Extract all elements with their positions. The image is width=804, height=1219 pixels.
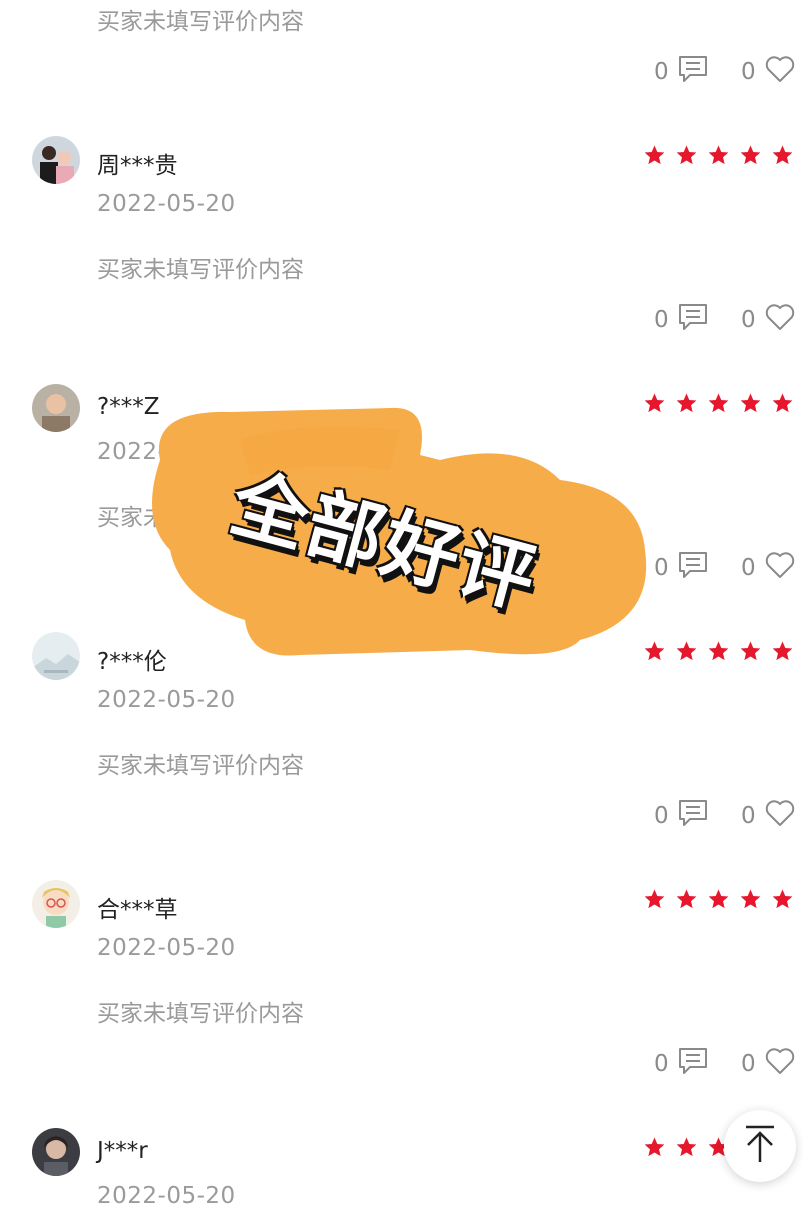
rating-stars [643,144,794,167]
star-icon [740,889,761,909]
star-icon [772,393,793,413]
star-icon [708,641,729,661]
comment-icon[interactable] [678,1047,708,1079]
review-item: J***r 2022-05-20 [0,1128,804,1219]
heart-icon[interactable] [765,303,795,335]
star-icon [644,641,665,661]
comment-icon[interactable] [678,799,708,831]
star-icon [676,641,697,661]
review-actions: 0 0 [0,303,804,339]
review-content: 买家未填写评价内容 [97,257,304,283]
review-item: 周***贵 2022-05-20 买家未填写评价内容 0 0 [0,136,804,384]
heart-icon[interactable] [765,799,795,831]
comment-count: 0 [654,307,669,333]
rating-stars [643,640,794,663]
like-count: 0 [741,555,756,581]
review-actions: 0 0 [0,799,804,835]
rating-stars [643,888,794,911]
comment-count: 0 [654,555,669,581]
review-date: 2022-05-20 [97,191,236,217]
arrow-up-to-top-icon [742,1124,778,1168]
review-date: 2022-05-20 [97,687,236,713]
like-count: 0 [741,1051,756,1077]
reviewer-name: ?***Z [97,394,160,420]
star-icon [676,393,697,413]
star-icon [644,1137,665,1157]
star-icon [740,393,761,413]
comment-count: 0 [654,1051,669,1077]
reviewer-name: 周***贵 [97,153,178,179]
star-icon [676,889,697,909]
review-content: 买家未填写评价内容 [97,753,304,779]
star-icon [676,1137,697,1157]
comment-icon[interactable] [678,303,708,335]
star-icon [740,145,761,165]
star-icon [708,889,729,909]
reviewer-name: 合***草 [97,897,178,923]
review-list: 买家未填写评价内容 0 0 周***贵 2022-05-20 买家未填写评价内容… [0,0,804,1219]
avatar[interactable] [32,880,80,928]
star-icon [644,393,665,413]
like-count: 0 [741,803,756,829]
comment-count: 0 [654,59,669,85]
avatar[interactable] [32,632,80,680]
review-content: 买家未填写评价内容 [97,9,304,35]
star-icon [644,889,665,909]
review-date: 2022-05-20 [97,935,236,961]
star-icon [644,145,665,165]
like-count: 0 [741,307,756,333]
comment-count: 0 [654,803,669,829]
heart-icon[interactable] [765,1047,795,1079]
avatar[interactable] [32,384,80,432]
star-icon [772,641,793,661]
comment-icon[interactable] [678,551,708,583]
review-item: 合***草 2022-05-20 买家未填写评价内容 0 0 [0,880,804,1128]
review-item: ?***伦 2022-05-20 买家未填写评价内容 0 0 [0,632,804,880]
heart-icon[interactable] [765,55,795,87]
scroll-to-top-button[interactable] [724,1110,796,1182]
review-date: 2022-05-20 [97,1183,236,1209]
heart-icon[interactable] [765,551,795,583]
avatar[interactable] [32,1128,80,1176]
rating-stars [643,392,794,415]
star-icon [772,889,793,909]
star-icon [740,641,761,661]
avatar[interactable] [32,136,80,184]
reviewer-name: ?***伦 [97,649,167,675]
star-icon [708,393,729,413]
comment-icon[interactable] [678,55,708,87]
like-count: 0 [741,59,756,85]
star-icon [676,145,697,165]
review-date: 2022-05-20 [97,439,236,465]
review-content: 买家未填写评价内容 [97,1001,304,1027]
star-icon [772,145,793,165]
review-actions: 0 0 [0,55,804,91]
reviewer-name: J***r [97,1138,148,1164]
review-actions: 0 0 [0,1047,804,1083]
star-icon [708,145,729,165]
